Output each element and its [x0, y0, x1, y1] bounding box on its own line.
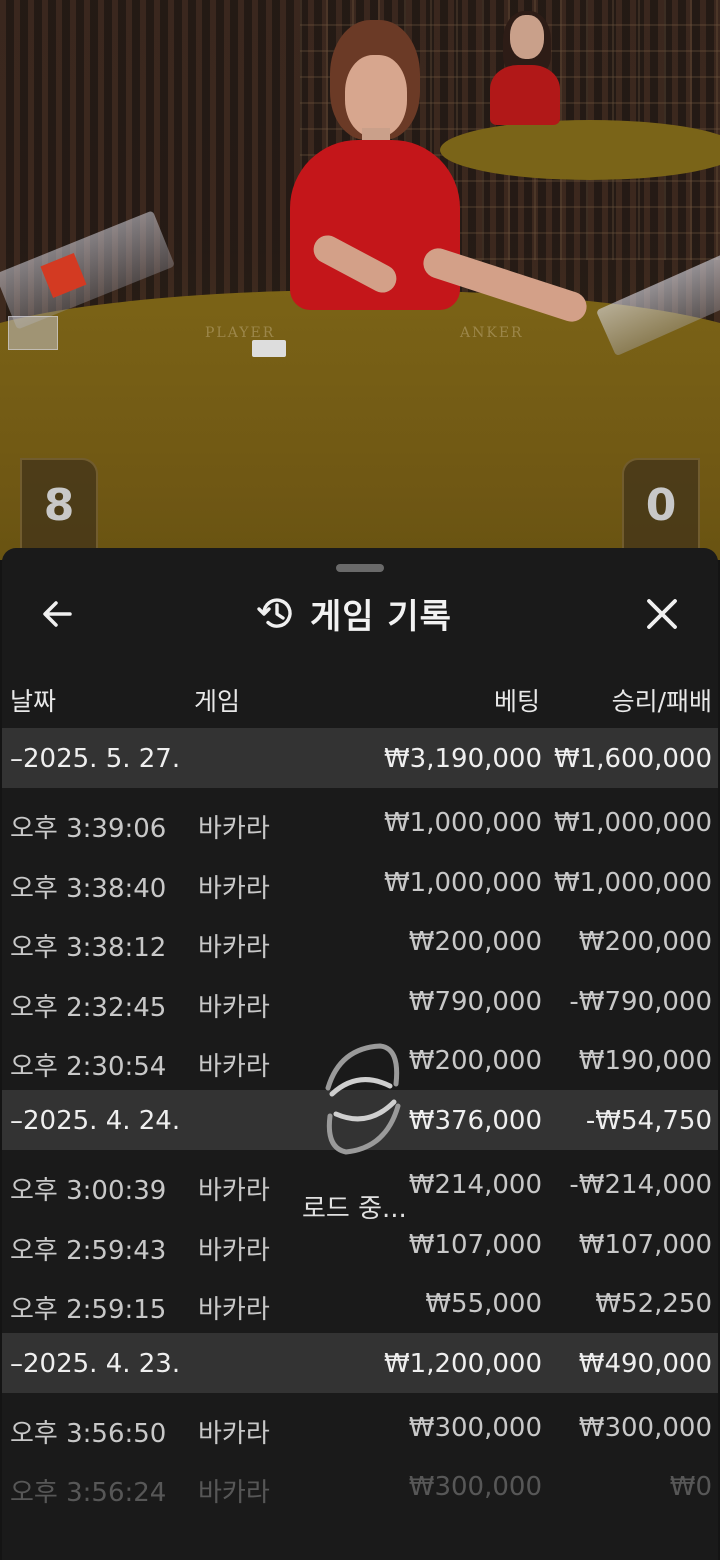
row-game: 바카라 — [198, 873, 270, 904]
playing-card — [252, 340, 286, 357]
close-icon — [647, 599, 677, 629]
row-result: ₩0 — [669, 1472, 712, 1503]
loading-text: 로드 중... — [302, 1194, 407, 1224]
history-row[interactable]: 오후 3:39:06 바카라 ₩1,000,000 ₩1,000,000 — [2, 792, 718, 852]
group-date: –2025. 4. 24. — [10, 1105, 181, 1136]
arrow-left-icon — [43, 601, 72, 627]
row-time: 오후 3:56:24 — [10, 1478, 167, 1509]
group-result-total: -₩54,750 — [585, 1105, 712, 1136]
row-result: ₩52,250 — [595, 1289, 712, 1320]
date-group-header[interactable]: –2025. 4. 23. ₩1,200,000 ₩490,000 — [2, 1332, 718, 1393]
row-game: 바카라 — [198, 814, 270, 844]
group-bet-total: ₩3,190,000 — [383, 744, 542, 774]
row-bet: ₩107,000 — [408, 1229, 542, 1260]
row-game: 바카라 — [198, 933, 270, 964]
column-header-bet: 베팅 — [493, 687, 540, 716]
row-result: ₩200,000 — [578, 927, 712, 958]
row-game: 바카라 — [198, 992, 270, 1023]
row-bet: ₩1,000,000 — [383, 808, 542, 838]
row-result: ₩1,000,000 — [553, 808, 712, 838]
column-header-date: 날짜 — [10, 687, 57, 716]
game-history-sheet: 게임 기록 날짜 게임 베팅 승리/패배 –2025. 5. 27. ₩3,19… — [2, 548, 718, 1560]
group-bet-total: ₩376,000 — [408, 1105, 542, 1136]
row-bet: ₩1,000,000 — [383, 867, 542, 898]
sheet-title-group: 게임 기록 — [256, 588, 452, 638]
row-result: ₩1,000,000 — [553, 867, 712, 898]
column-headers: 날짜 게임 베팅 승리/패배 — [2, 666, 718, 726]
row-result: ₩300,000 — [578, 1412, 712, 1443]
background-dealer — [485, 11, 565, 125]
row-game: 바카라 — [198, 1418, 270, 1449]
sheet-title: 게임 기록 — [310, 596, 452, 637]
group-date: –2025. 5. 27. — [10, 744, 181, 774]
live-video-feed: PLAYER ANKER 8 0 — [0, 0, 720, 560]
drag-handle[interactable] — [336, 564, 384, 572]
dealer — [270, 20, 591, 340]
row-game: 바카라 — [198, 1235, 270, 1266]
row-result: -₩214,000 — [569, 1169, 712, 1200]
row-game: 바카라 — [198, 1478, 270, 1509]
date-group-header[interactable]: –2025. 5. 27. ₩3,190,000 ₩1,600,000 — [2, 728, 718, 788]
loading-spinner-icon — [325, 1043, 401, 1155]
row-time: 오후 3:56:50 — [10, 1418, 167, 1449]
row-time: 오후 3:38:40 — [10, 873, 167, 904]
group-result-total: ₩490,000 — [578, 1348, 712, 1379]
row-time: 오후 2:59:43 — [10, 1235, 167, 1266]
history-row[interactable]: 오후 2:32:45 바카라 ₩790,000 -₩790,000 — [2, 971, 718, 1031]
banker-score: 0 — [622, 458, 700, 552]
sheet-header: 게임 기록 — [2, 578, 718, 648]
row-time: 오후 3:38:12 — [10, 933, 167, 964]
row-bet: ₩300,000 — [408, 1472, 542, 1503]
row-bet: ₩200,000 — [408, 1046, 542, 1077]
row-result: ₩107,000 — [578, 1229, 712, 1260]
group-result-total: ₩1,600,000 — [553, 744, 712, 774]
row-bet: ₩300,000 — [408, 1412, 542, 1443]
row-bet: ₩214,000 — [408, 1169, 542, 1200]
row-time: 오후 2:32:45 — [10, 992, 167, 1023]
row-result: ₩190,000 — [578, 1046, 712, 1077]
row-time: 오후 2:59:15 — [10, 1295, 167, 1326]
history-row[interactable]: 오후 3:56:24 바카라 ₩300,000 ₩0 — [2, 1456, 718, 1516]
column-header-game: 게임 — [194, 687, 241, 716]
discard-tray — [8, 316, 58, 350]
row-time: 오후 2:30:54 — [10, 1052, 167, 1083]
row-game: 바카라 — [198, 1052, 270, 1083]
group-bet-total: ₩1,200,000 — [383, 1348, 542, 1379]
player-score: 8 — [20, 458, 98, 552]
column-header-result: 승리/패배 — [611, 687, 712, 716]
back-button[interactable] — [36, 592, 80, 636]
group-date: –2025. 4. 23. — [10, 1348, 181, 1379]
history-row[interactable]: 오후 3:56:50 바카라 ₩300,000 ₩300,000 — [2, 1397, 718, 1457]
player-table-label: PLAYER — [205, 325, 276, 341]
row-game: 바카라 — [198, 1295, 270, 1326]
close-button[interactable] — [640, 592, 684, 636]
row-bet: ₩55,000 — [425, 1289, 542, 1320]
history-row[interactable]: 오후 2:59:15 바카라 ₩55,000 ₩52,250 — [2, 1273, 718, 1333]
row-bet: ₩790,000 — [408, 986, 542, 1017]
background-table — [440, 120, 720, 180]
history-row[interactable]: 오후 3:38:40 바카라 ₩1,000,000 ₩1,000,000 — [2, 852, 718, 912]
row-result: -₩790,000 — [569, 986, 712, 1017]
history-row[interactable]: 오후 3:38:12 바카라 ₩200,000 ₩200,000 — [2, 911, 718, 971]
history-icon — [257, 598, 292, 628]
row-bet: ₩200,000 — [408, 927, 542, 958]
row-time: 오후 3:39:06 — [10, 814, 167, 844]
row-game: 바카라 — [198, 1175, 270, 1206]
row-time: 오후 3:00:39 — [10, 1175, 167, 1206]
